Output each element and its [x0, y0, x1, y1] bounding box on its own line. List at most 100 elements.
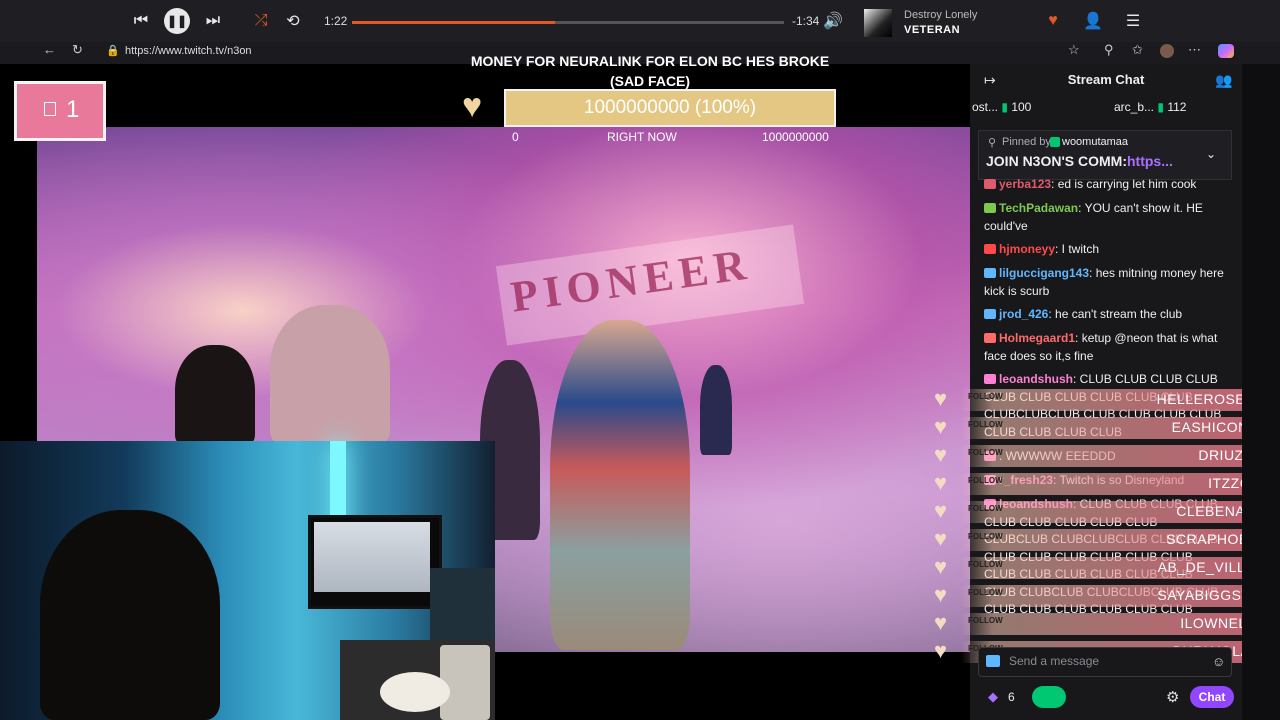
profile-avatar[interactable] [1160, 44, 1174, 58]
follow-heart-icon: ♥ [934, 526, 948, 551]
chat-username[interactable]: hjmoneyy [999, 242, 1055, 256]
next-track-icon[interactable]: ⏭ [200, 8, 226, 34]
follow-heart-icon: ♥ [934, 442, 948, 467]
album-art [864, 9, 892, 37]
follow-alert: ♥ FOLLOW ITZZCBB [934, 470, 1280, 495]
chat-badge-icon [984, 268, 996, 278]
gift-leaderboard-item[interactable]: arc_b... ▮ 112 [1114, 100, 1186, 114]
chat-username[interactable]: leoandshush [999, 372, 1073, 386]
streamer-silhouette [40, 510, 220, 720]
site-info-icon[interactable]: 🔒 [106, 44, 120, 57]
gift-user: ost... [972, 100, 999, 114]
chat-input-placeholder: Send a message [1009, 654, 1100, 668]
follow-heart-icon: ♥ [934, 386, 948, 411]
pause-button[interactable]: ❚❚ [164, 8, 190, 34]
previous-track-icon[interactable]: ⏮ [128, 8, 154, 34]
chat-badge-icon [984, 374, 996, 384]
follow-heart-icon: ♥ [934, 414, 948, 439]
remaining-time: -1:34 [792, 14, 820, 28]
collapse-chat-icon[interactable]: ↦ [984, 72, 996, 89]
follow-heart-icon: ♥ [934, 498, 948, 523]
follow-heart-icon: ♥ [934, 554, 948, 579]
chat-badge-icon [984, 203, 996, 213]
chat-message: yerba123: ed is carrying let him cook [984, 176, 1224, 194]
emote-box-icon[interactable] [986, 655, 1000, 667]
bookmark-star-icon[interactable]: ☆ [1068, 42, 1080, 58]
community-icon[interactable]: 👥 [1215, 72, 1232, 89]
playback-progress-bar[interactable] [352, 21, 784, 24]
elapsed-time: 1:22 [324, 14, 348, 28]
volume-icon[interactable]: 🔊 [820, 8, 846, 34]
repeat-icon[interactable]: ⟲ [280, 8, 306, 34]
goal-title: MONEY FOR NEURALINK FOR ELON BC HES BROK… [470, 53, 830, 89]
follow-alert: ♥ FOLLOW DRIUZION [934, 442, 1280, 467]
chat-username[interactable]: lilguccigang143 [999, 266, 1089, 280]
gift-icon: ▮ [1001, 100, 1008, 114]
cup [440, 645, 490, 720]
follow-alert: ♥ FOLLOW EASHICONOS [934, 414, 1280, 439]
goal-max-label: 1000000000 [762, 130, 829, 144]
chat-username[interactable]: TechPadawan [999, 201, 1078, 215]
more-menu-icon[interactable]: ⋯ [1188, 42, 1201, 58]
follow-tag: FOLLOW [968, 476, 1003, 485]
chat-username[interactable]: yerba123 [999, 177, 1051, 191]
chat-message: jrod_426: he can't stream the club [984, 306, 1224, 324]
back-arrow-icon[interactable]: ← [43, 42, 56, 57]
reload-icon[interactable]: ↻ [72, 42, 83, 58]
pinned-by-user: woomutamaa [1062, 136, 1129, 148]
gift-amount: 112 [1167, 100, 1187, 114]
pin-icon: ⚲ [988, 137, 997, 149]
track-title: VETERAN [904, 24, 961, 36]
artist-icon[interactable]: 👤 [1080, 8, 1106, 34]
goal-amount: 1000000000 (100%) [583, 97, 757, 118]
follow-tag: FOLLOW [968, 504, 1003, 513]
channel-points-icon[interactable]: ◆ [988, 689, 998, 705]
follow-heart-icon: ♥ [934, 610, 948, 635]
chat-text: : I twitch [1055, 242, 1100, 256]
pinned-by-label: Pinned by [1002, 136, 1051, 148]
extension-icon[interactable]: ⚲ [1104, 42, 1114, 58]
follow-tag: FOLLOW [968, 560, 1003, 569]
chat-title: Stream Chat [1067, 72, 1145, 87]
gift-leaderboard-item[interactable]: ost... ▮ 100 [972, 100, 1031, 114]
chat-message: TechPadawan: YOU can't show it. HE could… [984, 200, 1224, 235]
gift-amount: 100 [1011, 100, 1032, 114]
media-player-bar: ⏮ ❚❚ ⏭ ⤮ ⟲ 1:22 -1:34 🔊 Destroy Lonely V… [0, 0, 1280, 42]
moderator-badge-icon [1050, 137, 1060, 147]
like-heart-icon[interactable]: ♥ [1040, 8, 1066, 34]
goal-heart-icon: ♥ [462, 87, 483, 125]
copilot-icon[interactable] [1218, 44, 1234, 58]
pinned-link[interactable]: https... [1127, 153, 1173, 169]
shuffle-icon[interactable]: ⤮ [248, 8, 274, 34]
follow-tag: FOLLOW [968, 448, 1003, 457]
follow-tag: FOLLOW [968, 532, 1003, 541]
follow-alert: ♥ FOLLOW HELLEROSE233 [934, 386, 1280, 411]
track-artist: Destroy Lonely [904, 9, 978, 21]
follow-tag: FOLLOW [968, 420, 1003, 429]
goal-min-label: 0 [512, 130, 519, 144]
second-monitor [430, 568, 495, 648]
follow-alert: ♥ FOLLOW ILOWNELITY [934, 610, 1280, 635]
pinned-text: JOIN N3ON'S COMM: [986, 153, 1128, 169]
monitor-screen [314, 522, 430, 592]
bits-button[interactable] [1032, 686, 1066, 708]
person-silhouette [175, 345, 255, 445]
chat-username[interactable]: Holmegaard1 [999, 331, 1075, 345]
queue-icon[interactable]: ☰ [1120, 8, 1146, 34]
follow-alert: ♥ FOLLOW AB_DE_VILLIER [934, 554, 1280, 579]
follow-heart-icon: ♥ [934, 582, 948, 607]
settings-gear-icon[interactable]: ⚙ [1166, 688, 1179, 706]
chat-text: : ed is carrying let him cook [1051, 177, 1197, 191]
chevron-down-icon[interactable]: ⌄ [1206, 147, 1216, 161]
emote-picker-icon[interactable]: ☺ [1212, 654, 1225, 669]
chat-badge-icon [984, 179, 996, 189]
chat-send-button[interactable]: Chat [1190, 686, 1234, 708]
follow-tag: FOLLOW [968, 588, 1003, 597]
follow-heart-icon: ♥ [934, 638, 948, 663]
favorites-icon[interactable]: ✩ [1132, 42, 1143, 58]
chat-message: Holmegaard1: ketup @neon that is what fa… [984, 330, 1224, 365]
chat-username[interactable]: jrod_426 [999, 307, 1048, 321]
follow-tag: FOLLOW [968, 616, 1003, 625]
playback-progress-fill [352, 21, 556, 24]
address-bar[interactable]: https://www.twitch.tv/n3on [125, 45, 252, 57]
